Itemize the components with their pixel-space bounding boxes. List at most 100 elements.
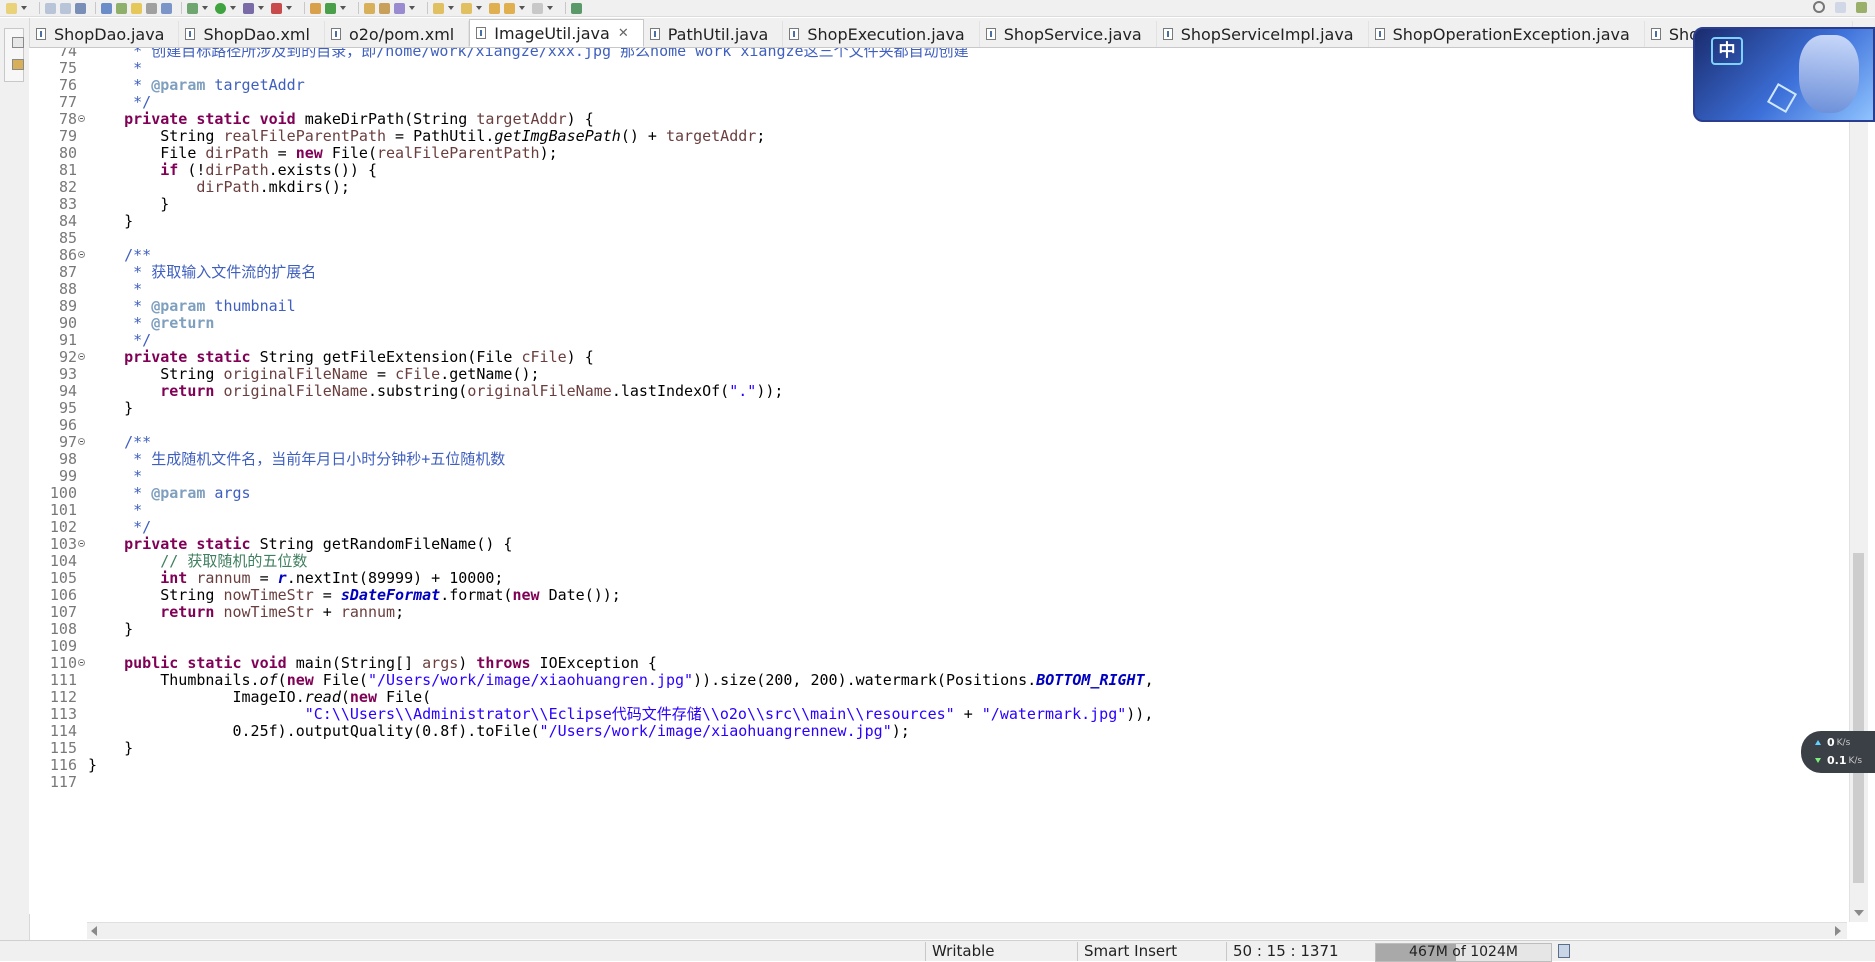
previous-annotation-icon[interactable] [461,2,472,14]
new-class-dropdown-icon[interactable] [340,6,346,10]
horizontal-scrollbar[interactable] [87,922,1847,939]
tab-shopdao-java[interactable]: ShopDao.java [30,21,180,47]
back-dropdown-icon[interactable] [519,6,525,10]
code-line[interactable]: 117 [29,772,1839,792]
tab-label: ImageUtil.java [494,23,610,43]
status-insert-mode: Smart Insert [1077,942,1224,961]
tab-pathutil-java[interactable]: PathUtil.java [644,21,784,47]
coverage-dropdown-icon[interactable] [258,6,264,10]
fold-toggle-icon[interactable] [78,115,85,122]
quick-access-search-icon[interactable] [1813,1,1825,13]
open-task-icon[interactable] [379,2,390,14]
scroll-left-icon[interactable] [91,926,97,936]
tab-label: ShopServiceImpl.java [1180,24,1354,44]
debug-dropdown-icon[interactable] [202,6,208,10]
java-file-icon [985,28,996,40]
next-annotation-dropdown-icon[interactable] [448,6,454,10]
status-writable: Writable [925,942,1077,961]
previous-annotation-dropdown-icon[interactable] [476,6,482,10]
java-file-icon [476,27,487,39]
heap-status[interactable]: 467M of 1024M [1375,943,1552,962]
tab-shopexecution-java[interactable]: ShopExecution.java [783,21,980,47]
tab-pom-xml[interactable]: o2o/pom.xml [325,21,470,47]
new-class-icon[interactable] [325,2,336,14]
fold-toggle-icon[interactable] [78,659,85,666]
tab-label: PathUtil.java [667,24,769,44]
toolbar-separator [95,2,96,14]
toolbar-separator [181,2,182,14]
close-icon[interactable]: ✕ [618,26,629,41]
hexagon-icon [1766,82,1798,114]
tab-shopoperationexception-java[interactable]: ShopOperationException.java [1369,21,1645,47]
open-type-icon[interactable] [364,2,375,14]
back-icon[interactable] [504,2,515,14]
external-tools-dropdown-icon[interactable] [286,6,292,10]
java-file-icon [789,28,800,40]
tab-imageutil-java[interactable]: ImageUtil.java ✕ [469,19,644,47]
highlight-icon[interactable] [131,2,142,14]
left-trim-bar [0,18,30,960]
restore-icon[interactable] [12,37,24,48]
network-speed-widget[interactable]: 0 K/s 0.1 K/s [1801,731,1875,773]
tab-shopdao-xml[interactable]: ShopDao.xml [179,21,325,47]
scroll-down-icon[interactable] [1854,910,1864,916]
java-perspective-icon[interactable] [1856,1,1867,13]
save-icon[interactable] [45,2,56,14]
editor-tab-bar: ShopDao.java ShopDao.xml o2o/pom.xml Ima… [30,18,1875,48]
next-annotation-icon[interactable] [433,2,444,14]
scroll-right-icon[interactable] [1835,926,1841,936]
run-dropdown-icon[interactable] [230,6,236,10]
java-file-icon [36,28,46,40]
download-speed-value: 0.1 [1827,754,1847,767]
new-icon[interactable] [6,2,17,14]
print-icon[interactable] [75,2,86,14]
pin-editor-icon[interactable] [571,2,582,14]
package-explorer-icon[interactable] [12,59,24,70]
upload-speed: 0 K/s [1815,736,1850,749]
block-selection-icon[interactable] [146,2,157,14]
upload-arrow-icon [1815,740,1821,745]
code-editor[interactable]: 74 * 创建目标路径所涉及到的目录，即/home/work/xiangze/x… [29,48,1849,914]
fold-toggle-icon[interactable] [78,251,85,258]
toggle-mark-icon[interactable] [101,2,112,14]
java-file-icon [1374,28,1385,40]
show-whitespace-icon[interactable] [161,2,172,14]
ime-badge[interactable]: 中 [1711,37,1743,65]
tab-label: ShopDao.xml [203,24,310,44]
toolbar-separator [565,2,566,14]
toggle-breadcrumb-icon[interactable] [116,2,127,14]
line-number: 117 [49,773,77,791]
external-tools-icon[interactable] [271,2,282,14]
forward-dropdown-icon[interactable] [547,6,553,10]
maven-file-icon [330,28,341,40]
tab-shopserviceimpl-java[interactable]: ShopServiceImpl.java [1157,21,1369,47]
coverage-icon[interactable] [243,2,254,14]
vertical-scrollbar[interactable] [1849,48,1868,922]
last-edit-location-icon[interactable] [489,2,500,14]
java-file-icon [1650,28,1661,40]
search-toolbar-icon[interactable] [394,2,405,14]
toolbar-separator [427,2,428,14]
download-speed: 0.1 K/s [1815,754,1862,767]
new-dropdown-icon[interactable] [21,6,27,10]
minimized-view-stack[interactable] [4,28,24,82]
fold-toggle-icon[interactable] [78,540,85,547]
search-dropdown-icon[interactable] [409,6,415,10]
new-java-project-icon[interactable] [310,2,321,14]
toolbar-separator [39,2,40,14]
scrollbar-thumb[interactable] [1853,553,1864,883]
debug-icon[interactable] [187,2,198,14]
save-all-icon[interactable] [60,2,71,14]
garbage-collect-icon[interactable] [1558,944,1570,958]
avatar-widget[interactable]: 中 [1693,27,1875,122]
fold-toggle-icon[interactable] [78,438,85,445]
upload-speed-unit: K/s [1836,737,1851,748]
forward-icon[interactable] [532,2,543,14]
run-icon[interactable] [215,2,226,14]
avatar-image [1799,35,1859,113]
heap-status-label: 467M of 1024M [1409,944,1518,960]
open-perspective-icon[interactable] [1835,1,1846,13]
fold-toggle-icon[interactable] [78,353,85,360]
tab-shopservice-java[interactable]: ShopService.java [980,21,1157,47]
status-cursor-position: 50 : 15 : 1371 [1226,942,1373,961]
